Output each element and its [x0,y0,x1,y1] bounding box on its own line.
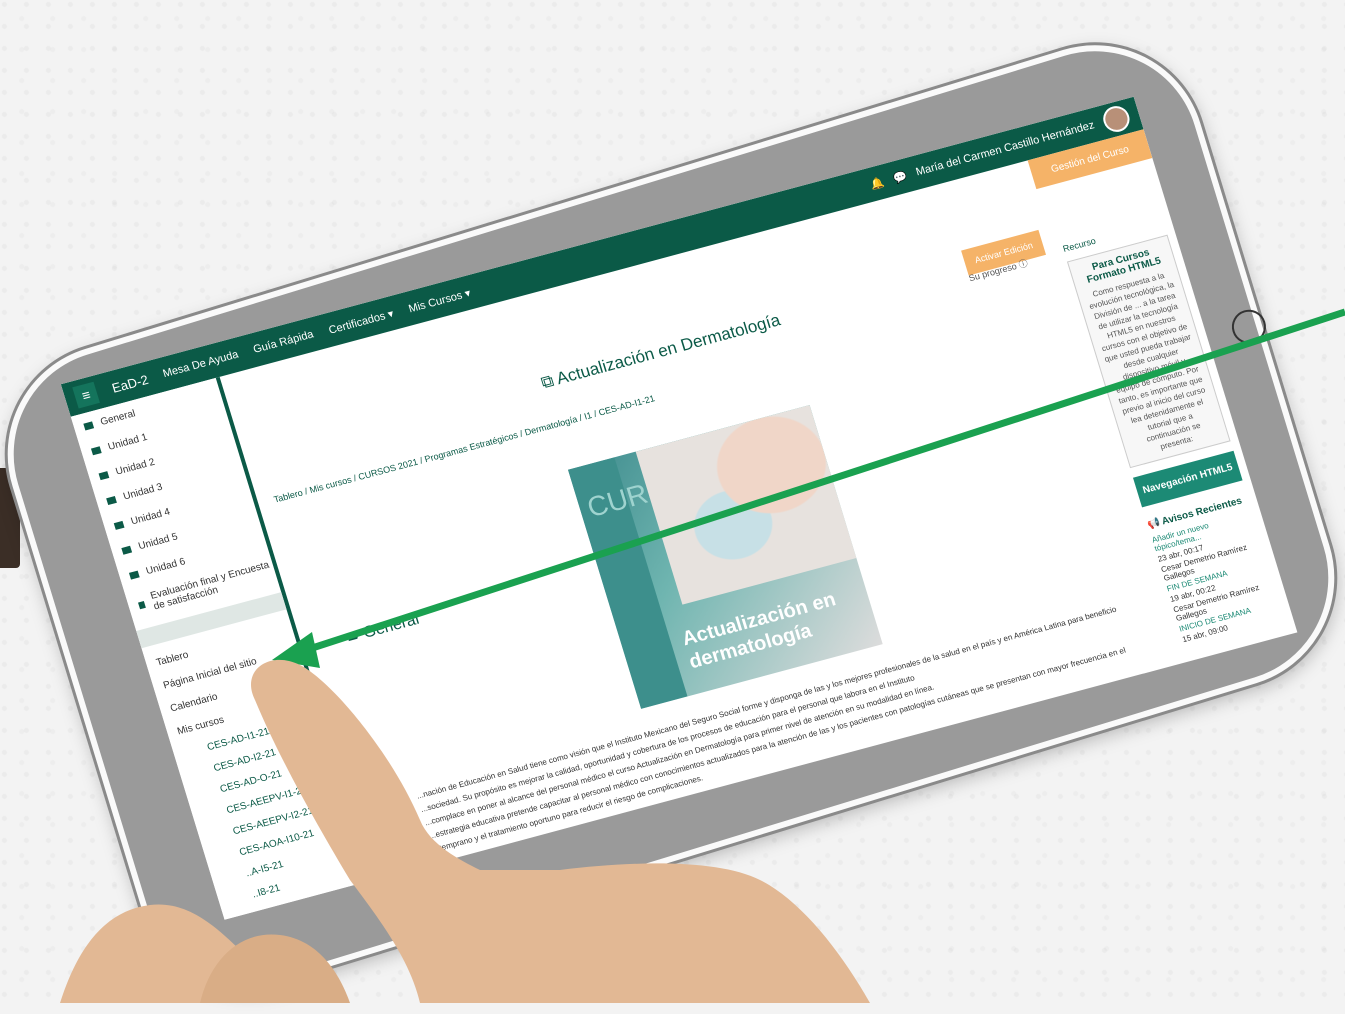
site-brand[interactable]: EaD-2 [110,371,150,395]
sidebar-item-label: Unidad 1 [106,431,149,453]
sidebar-item-label: Unidad 4 [129,506,172,527]
section-heading-general: ▰ General [344,609,421,647]
sidebar-item-label: Unidad 3 [121,481,164,503]
menu-toggle-icon[interactable]: ≡ [72,381,100,409]
nav-item-mis-cursos[interactable]: Mis Cursos ▾ [407,286,472,315]
nav-item-guia-rapida[interactable]: Guía Rápida [252,328,315,355]
folder-icon [98,470,110,480]
sidebar-item-label: Unidad 6 [144,555,187,577]
sidebar-item-label: General [99,407,137,428]
folder-icon [128,570,140,580]
general-heading-text: General [361,610,422,642]
messages-icon[interactable]: 💬 [891,169,909,185]
folder-icon [137,600,146,609]
sidebar-item-label: Unidad 5 [137,530,179,552]
help-icon[interactable]: ⓘ [1017,258,1029,270]
folder-icon [106,495,117,505]
folder-icon [83,420,94,430]
recurso-text: Como respuesta a la evolución tecnológic… [1088,271,1207,452]
user-avatar[interactable] [1100,103,1133,135]
page-title: ⧉ Actualización en Dermatología [539,310,783,393]
folder-icon [113,520,125,530]
course-banner-image: CURSO Actualización en dermatología [567,405,883,709]
notification-bell-icon[interactable]: 🔔 [869,175,886,191]
folder-icon [90,445,102,455]
sidebar-item-label: Unidad 2 [114,456,157,478]
course-title-text: Actualización en Dermatología [554,310,783,389]
banner-photo-dermatologist [635,405,857,605]
folder-icon [121,545,132,555]
